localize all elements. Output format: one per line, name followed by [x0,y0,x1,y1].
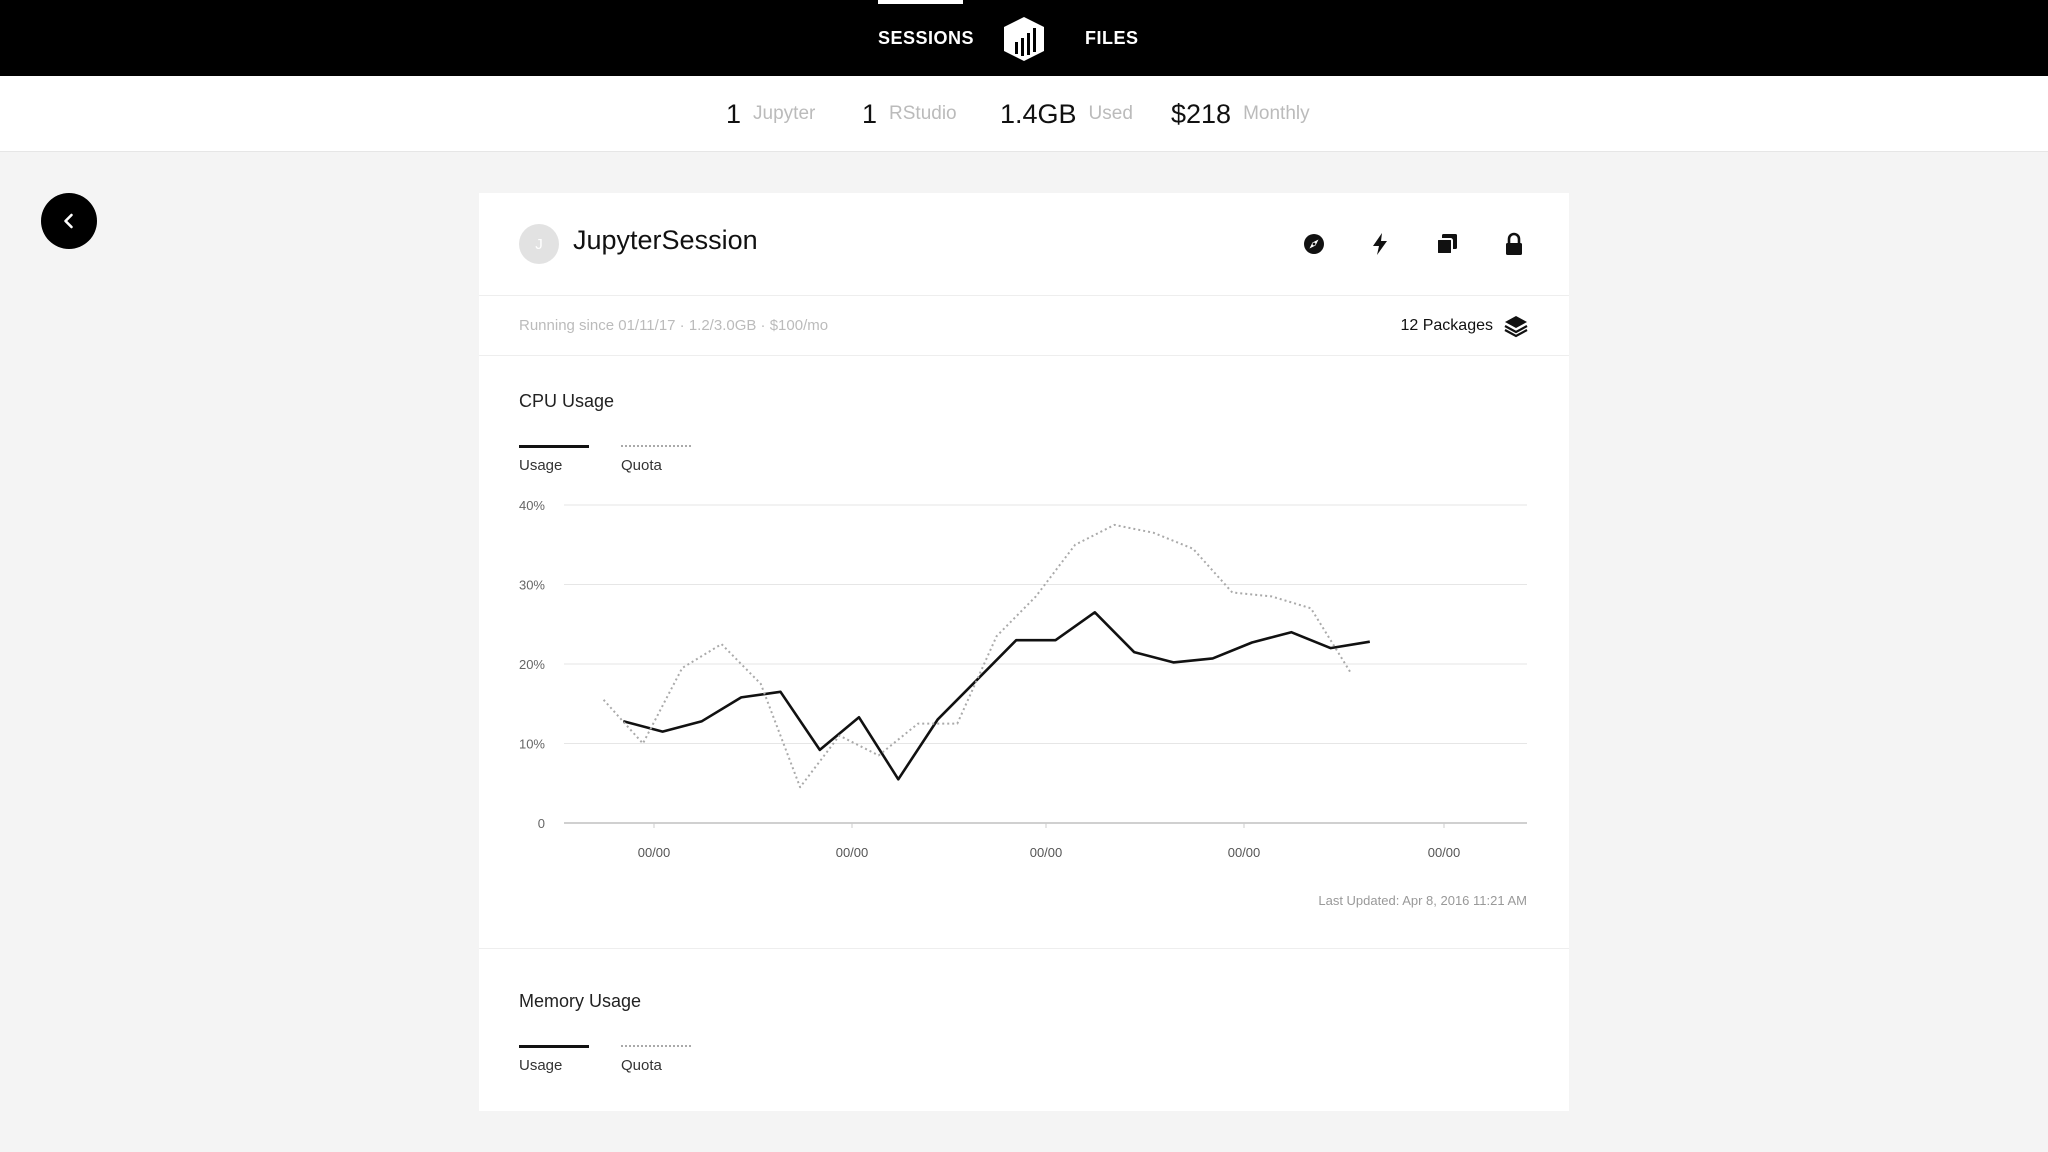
top-nav: SESSIONS FILES [0,0,2048,76]
legend-usage-swatch [519,445,589,448]
stat-value: 1 [726,98,742,129]
stat-label: Jupyter [753,103,816,124]
x-tick-label: 00/00 [638,845,671,860]
stat-value: $218 [1171,98,1232,129]
cpu-chart: 0 10% 20% 30% 40% 00/00 00/00 00/00 00/00 00/00 [519,498,1527,860]
y-tick-label: 0 [538,816,545,831]
lock-icon[interactable] [1501,231,1527,257]
stat-jupyter: 1 Jupyter [726,76,815,152]
usage-series-line [622,611,1371,781]
packages-label: 12 Packages [1400,317,1493,334]
packages-button[interactable]: 12 Packages [1400,296,1529,356]
quota-series-line [602,523,1352,789]
legend-quota[interactable]: Quota [621,457,662,474]
session-title: JupyterSession [573,225,758,255]
bar-chart-shield-icon[interactable] [1002,16,1046,62]
stat-label: Monthly [1243,103,1310,124]
copy-icon[interactable] [1434,231,1460,257]
y-tick-label: 20% [519,657,545,672]
compass-icon[interactable] [1301,231,1327,257]
layers-icon [1504,316,1528,338]
stat-rstudio: 1 RStudio [862,76,957,152]
memory-legend-quota[interactable]: Quota [621,1057,662,1074]
x-tick-label: 00/00 [1030,845,1063,860]
x-tick-label: 00/00 [1428,845,1461,860]
legend-quota-swatch [621,445,691,447]
section-divider [479,948,1569,949]
memory-legend-quota-swatch [621,1045,691,1047]
session-meta: Running since 01/11/17 · 1.2/3.0GB · $10… [519,317,829,334]
memory-usage-title: Memory Usage [519,991,642,1011]
stat-label: Used [1088,103,1133,124]
stat-value: 1.4GB [1000,98,1077,129]
stat-value: 1 [862,98,878,129]
y-tick-label: 30% [519,578,545,593]
session-header: J JupyterSession [479,193,1569,296]
y-tick-label: 40% [519,498,545,513]
session-meta-row: Running since 01/11/17 · 1.2/3.0GB · $10… [479,296,1569,356]
y-tick-label: 10% [519,737,545,752]
avatar: J [519,224,559,264]
last-updated: Last Updated: Apr 8, 2016 11:21 AM [1318,893,1527,908]
stat-monthly: $218 Monthly [1171,76,1310,152]
x-tick-label: 00/00 [836,845,869,860]
cpu-usage-title: CPU Usage [519,391,615,411]
x-tick-label: 00/00 [1228,845,1261,860]
tab-files[interactable]: FILES [1085,0,1139,76]
stats-bar: 1 Jupyter 1 RStudio 1.4GB Used $218 Mont… [0,76,2048,152]
legend-usage[interactable]: Usage [519,457,562,474]
stat-used: 1.4GB Used [1000,76,1133,152]
session-card: J JupyterSession Running since 01/11/17 … [479,193,1569,1111]
tab-sessions[interactable]: SESSIONS [878,0,974,76]
memory-legend-usage[interactable]: Usage [519,1057,562,1074]
back-button[interactable] [41,193,97,249]
memory-legend-usage-swatch [519,1045,589,1048]
chevron-left-icon [64,213,73,229]
stat-label: RStudio [889,103,957,124]
lightning-icon[interactable] [1367,231,1393,257]
